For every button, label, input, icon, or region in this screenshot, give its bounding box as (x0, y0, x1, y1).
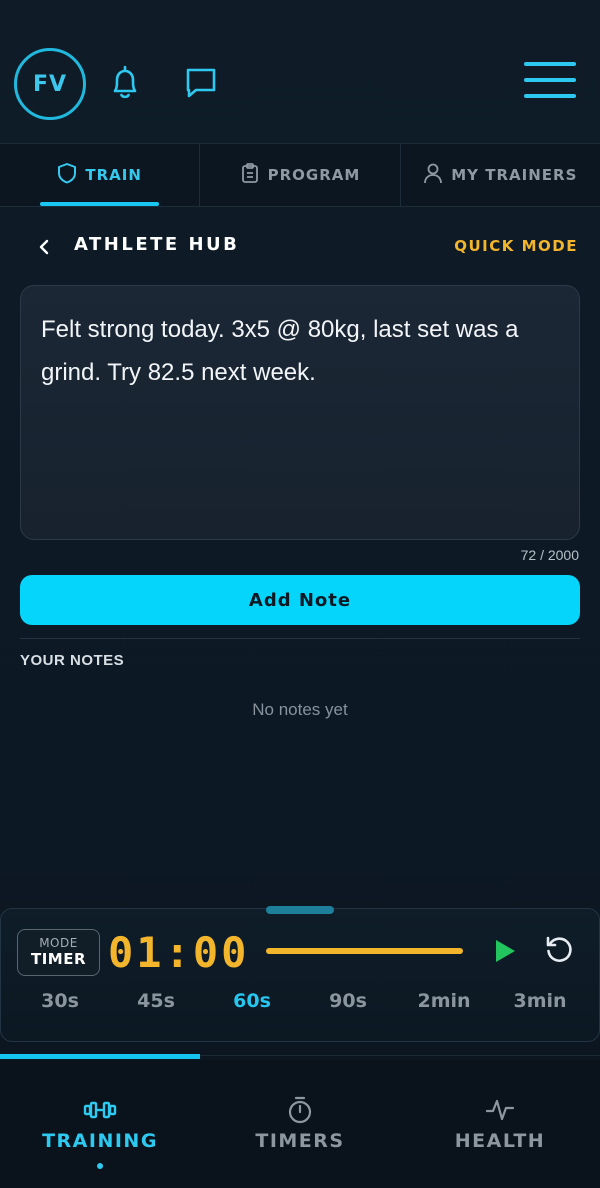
nav-training-label: TRAINING (42, 1130, 158, 1152)
nav-health[interactable]: HEALTH (400, 1060, 600, 1188)
character-counter: 72 / 2000 (520, 547, 579, 563)
quick-mode-link[interactable]: QUICK MODE (454, 237, 578, 255)
nav-timers[interactable]: TIMERS (200, 1060, 400, 1188)
preset-90s[interactable]: 90s (300, 990, 396, 1022)
your-notes-heading: YOUR NOTES (20, 652, 125, 669)
preset-2min[interactable]: 2min (396, 990, 492, 1022)
empty-notes-message: No notes yet (252, 700, 348, 719)
avatar[interactable]: FV (14, 48, 86, 120)
add-note-button[interactable]: Add Note (20, 575, 580, 625)
stopwatch-icon (200, 1096, 400, 1124)
bottom-nav: TRAINING TIMERS HEALTH (0, 1060, 600, 1188)
back-chevron-icon[interactable] (32, 234, 56, 260)
heartbeat-icon (400, 1096, 600, 1124)
dumbbell-icon (0, 1096, 200, 1124)
chat-icon[interactable] (182, 64, 220, 102)
timer-progress-bar (266, 948, 463, 954)
note-textarea[interactable]: Felt strong today. 3x5 @ 80kg, last set … (20, 285, 580, 540)
play-icon[interactable] (492, 937, 518, 965)
mode-value: TIMER (30, 950, 87, 968)
clipboard-icon (240, 162, 260, 188)
page-title: ATHLETE HUB (74, 234, 240, 255)
timer-display: 01:00 (108, 928, 250, 977)
preset-60s[interactable]: 60s (204, 990, 300, 1022)
preset-3min[interactable]: 3min (492, 990, 588, 1022)
nav-timers-label: TIMERS (255, 1130, 345, 1152)
reset-icon[interactable] (543, 934, 575, 966)
tab-program-label: PROGRAM (267, 166, 361, 184)
preset-45s[interactable]: 45s (108, 990, 204, 1022)
drag-handle[interactable] (266, 906, 334, 914)
menu-icon[interactable] (524, 62, 576, 106)
mode-toggle-button[interactable]: MODE TIMER (17, 929, 100, 976)
shield-icon (57, 162, 77, 188)
page-subheader: ATHLETE HUB QUICK MODE (0, 228, 600, 266)
tab-train[interactable]: TRAIN (0, 144, 199, 206)
app-screen: FV TRAIN PROGRAM MY TRAINERS ATHLETE HUB… (0, 0, 600, 1188)
timer-presets: 30s 45s 60s 90s 2min 3min (12, 990, 588, 1022)
nav-training[interactable]: TRAINING (0, 1060, 200, 1188)
active-indicator-dot (97, 1163, 103, 1169)
section-divider (20, 638, 580, 639)
tab-train-label: TRAIN (85, 166, 142, 184)
top-header: FV (0, 0, 600, 143)
user-icon (423, 162, 443, 188)
top-tabs: TRAIN PROGRAM MY TRAINERS (0, 143, 600, 207)
tab-my-trainers-label: MY TRAINERS (451, 166, 578, 184)
nav-health-label: HEALTH (454, 1130, 546, 1152)
mode-label: MODE (39, 936, 78, 950)
tab-my-trainers[interactable]: MY TRAINERS (399, 144, 600, 206)
nav-active-bar (0, 1054, 200, 1059)
tab-program[interactable]: PROGRAM (199, 144, 399, 206)
bell-icon[interactable] (106, 64, 144, 102)
preset-30s[interactable]: 30s (12, 990, 108, 1022)
